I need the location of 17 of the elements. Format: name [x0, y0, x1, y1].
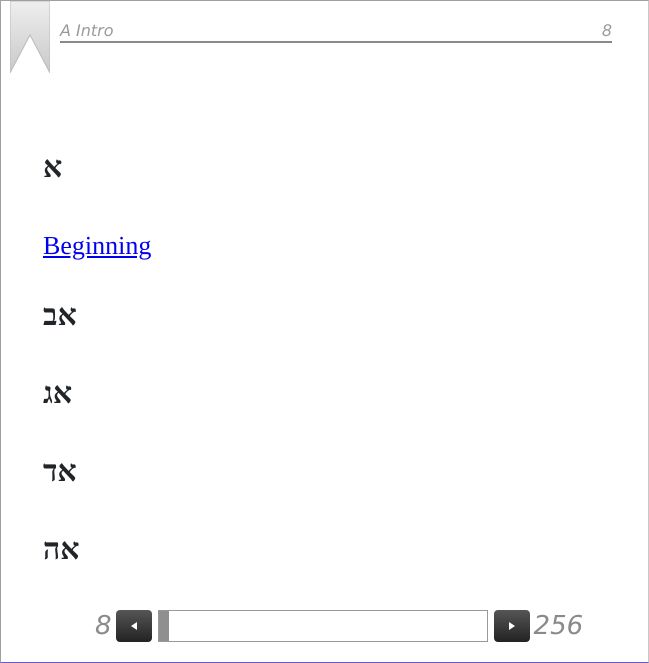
- beginning-link[interactable]: Beginning: [43, 231, 152, 301]
- left-arrow-icon: [130, 622, 137, 630]
- current-page: 8: [95, 610, 112, 643]
- chapter-title: A Intro: [60, 21, 114, 41]
- right-arrow-icon: [508, 622, 515, 630]
- next-button[interactable]: [494, 610, 530, 642]
- total-pages: 256: [534, 610, 584, 643]
- previous-button[interactable]: [116, 610, 152, 642]
- hebrew-heading: אג: [43, 377, 72, 410]
- bookmark-icon: [10, 1, 50, 73]
- hebrew-heading: אה: [43, 533, 80, 566]
- page-slider[interactable]: [158, 610, 488, 642]
- hebrew-heading: א: [43, 151, 62, 184]
- page-number: 8: [602, 21, 612, 41]
- hebrew-heading: אד: [43, 455, 77, 488]
- slider-thumb[interactable]: [158, 611, 169, 641]
- hebrew-heading: אב: [43, 299, 77, 332]
